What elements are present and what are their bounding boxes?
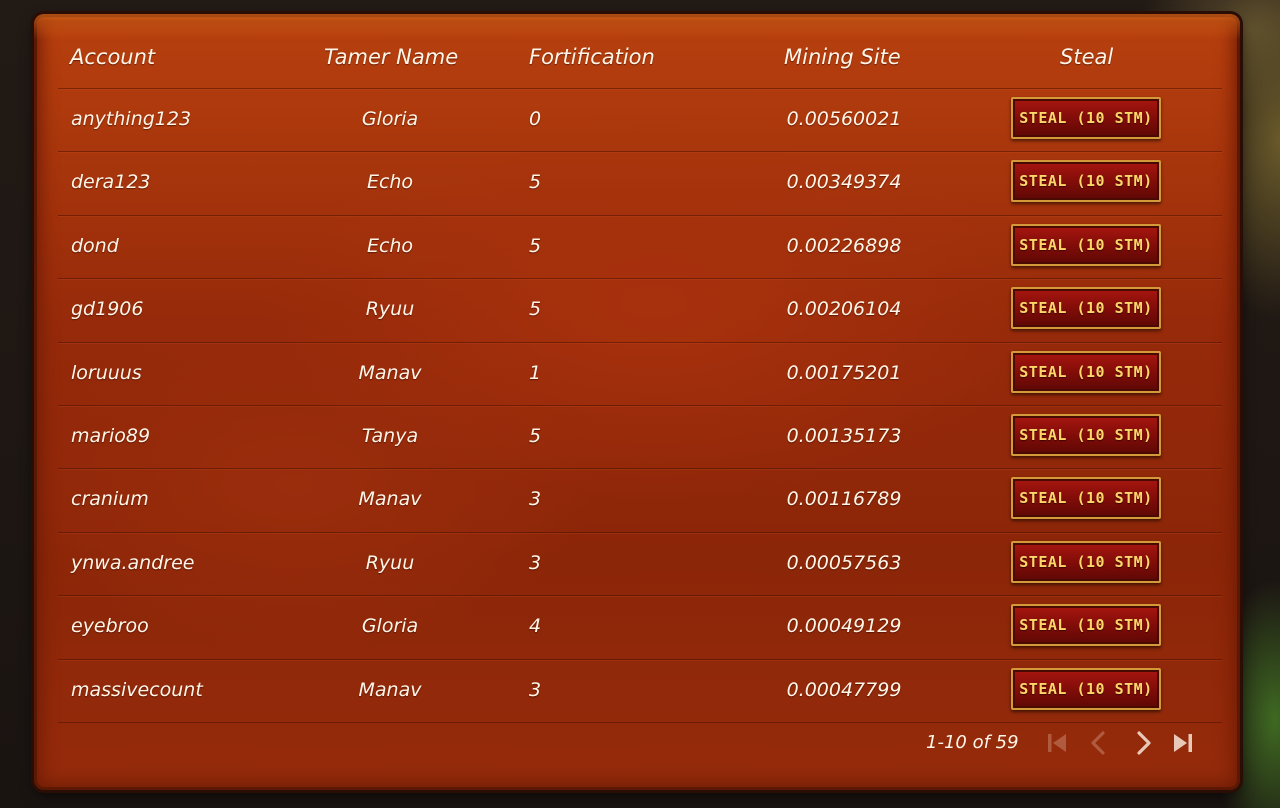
table-row: anything123 Gloria 0 0.00560021 STEAL (10 ST… bbox=[58, 88, 1222, 151]
table-row: loruuus Manav 1 0.00175201 STEAL (10 STM) bbox=[58, 341, 1222, 405]
pagination: 1-10 of 59 bbox=[890, 724, 1210, 764]
fortification-level: 0 bbox=[529, 108, 542, 130]
tamer-name: Tanya bbox=[361, 424, 419, 447]
steal-button[interactable]: STEAL (10 STM) bbox=[1011, 160, 1161, 203]
chevron-left-icon bbox=[1091, 731, 1105, 755]
table-header: Account Tamer Name Fortification Mining … bbox=[70, 36, 1220, 78]
first-page-button[interactable] bbox=[1042, 728, 1072, 758]
steal-button[interactable]: STEAL (10 STM) bbox=[1011, 540, 1161, 583]
header-mining-site: Mining Site bbox=[784, 45, 901, 69]
mining-site-value: 0.00057563 bbox=[786, 551, 902, 574]
mining-site-value: 0.00135173 bbox=[786, 424, 902, 447]
account-name: gd1906 bbox=[71, 298, 144, 321]
next-page-button[interactable] bbox=[1128, 728, 1158, 758]
tamer-name: Echo bbox=[366, 234, 414, 257]
mining-site-value: 0.00047799 bbox=[786, 678, 902, 701]
last-page-button[interactable] bbox=[1168, 728, 1198, 758]
tamer-name: Gloria bbox=[361, 615, 419, 638]
account-name: dond bbox=[71, 234, 119, 257]
steal-button[interactable]: STEAL (10 STM) bbox=[1011, 287, 1161, 330]
tamer-name: Gloria bbox=[361, 108, 419, 130]
mining-site-value: 0.00560021 bbox=[786, 108, 902, 130]
fortification-level: 5 bbox=[529, 298, 542, 321]
tamer-name: Manav bbox=[358, 488, 422, 511]
first-page-icon bbox=[1048, 734, 1066, 752]
steal-button[interactable]: STEAL (10 STM) bbox=[1011, 477, 1161, 520]
fortification-level: 3 bbox=[529, 678, 542, 701]
last-page-icon bbox=[1174, 734, 1192, 752]
table-row: eyebroo Gloria 4 0.00049129 STEAL (10 STM) bbox=[58, 595, 1222, 658]
table-row: dond Echo 5 0.00226898 STEAL (10 STM) bbox=[58, 214, 1222, 278]
account-name: eyebroo bbox=[71, 615, 149, 638]
mining-site-value: 0.00049129 bbox=[786, 615, 902, 638]
steal-button[interactable]: STEAL (10 STM) bbox=[1011, 413, 1161, 456]
previous-page-button[interactable] bbox=[1084, 728, 1114, 758]
tamer-name: Echo bbox=[366, 171, 414, 194]
tamer-name: Ryuu bbox=[365, 551, 415, 574]
tamer-name: Manav bbox=[358, 678, 422, 701]
steal-button[interactable]: STEAL (10 STM) bbox=[1011, 97, 1161, 139]
account-name: cranium bbox=[71, 488, 149, 511]
table-row: ynwa.andree Ryuu 3 0.00057563 STEAL (10 STM) bbox=[58, 531, 1222, 595]
mining-site-value: 0.00206104 bbox=[786, 298, 902, 321]
fortification-level: 5 bbox=[529, 234, 542, 257]
mining-site-value: 0.00226898 bbox=[786, 234, 902, 257]
table-row: dera123 Echo 5 0.00349374 STEAL (10 STM) bbox=[58, 151, 1222, 214]
table-row: massivecount Manav 3 0.00047799 STEAL (10 ST… bbox=[58, 658, 1222, 723]
account-name: loruuus bbox=[71, 361, 142, 384]
table-row: gd1906 Ryuu 5 0.00206104 STEAL (10 STM) bbox=[58, 278, 1222, 341]
table-body: anything123 Gloria 0 0.00560021 STEAL (10 ST… bbox=[58, 88, 1222, 723]
account-name: ynwa.andree bbox=[71, 551, 195, 574]
header-tamer-name: Tamer Name bbox=[324, 45, 459, 69]
fortification-level: 5 bbox=[529, 424, 542, 447]
account-name: dera123 bbox=[71, 171, 151, 194]
mining-site-value: 0.00349374 bbox=[786, 171, 902, 194]
account-name: anything123 bbox=[71, 108, 192, 130]
header-account: Account bbox=[70, 45, 156, 69]
fortification-level: 3 bbox=[529, 488, 542, 511]
pagination-range: 1-10 of 59 bbox=[926, 732, 1019, 753]
steal-button[interactable]: STEAL (10 STM) bbox=[1011, 667, 1161, 710]
table-row: cranium Manav 3 0.00116789 STEAL (10 STM) bbox=[58, 468, 1222, 531]
steal-button[interactable]: STEAL (10 STM) bbox=[1011, 350, 1161, 393]
fortification-level: 4 bbox=[529, 615, 542, 638]
tamer-name: Ryuu bbox=[365, 298, 415, 321]
chevron-right-icon bbox=[1137, 731, 1151, 755]
mining-site-value: 0.00116789 bbox=[786, 488, 902, 511]
steal-button[interactable]: STEAL (10 STM) bbox=[1011, 223, 1161, 266]
steal-button[interactable]: STEAL (10 STM) bbox=[1011, 604, 1161, 647]
account-name: mario89 bbox=[71, 424, 151, 447]
table-row: mario89 Tanya 5 0.00135173 STEAL (10 STM) bbox=[58, 404, 1222, 468]
fortification-level: 5 bbox=[529, 171, 542, 194]
header-fortification: Fortification bbox=[529, 45, 655, 69]
fortification-level: 3 bbox=[529, 551, 542, 574]
account-name: massivecount bbox=[71, 678, 203, 701]
tamer-name: Manav bbox=[358, 361, 422, 384]
header-steal: Steal bbox=[1060, 45, 1114, 69]
fortification-level: 1 bbox=[529, 361, 542, 384]
mining-site-value: 0.00175201 bbox=[786, 361, 902, 384]
